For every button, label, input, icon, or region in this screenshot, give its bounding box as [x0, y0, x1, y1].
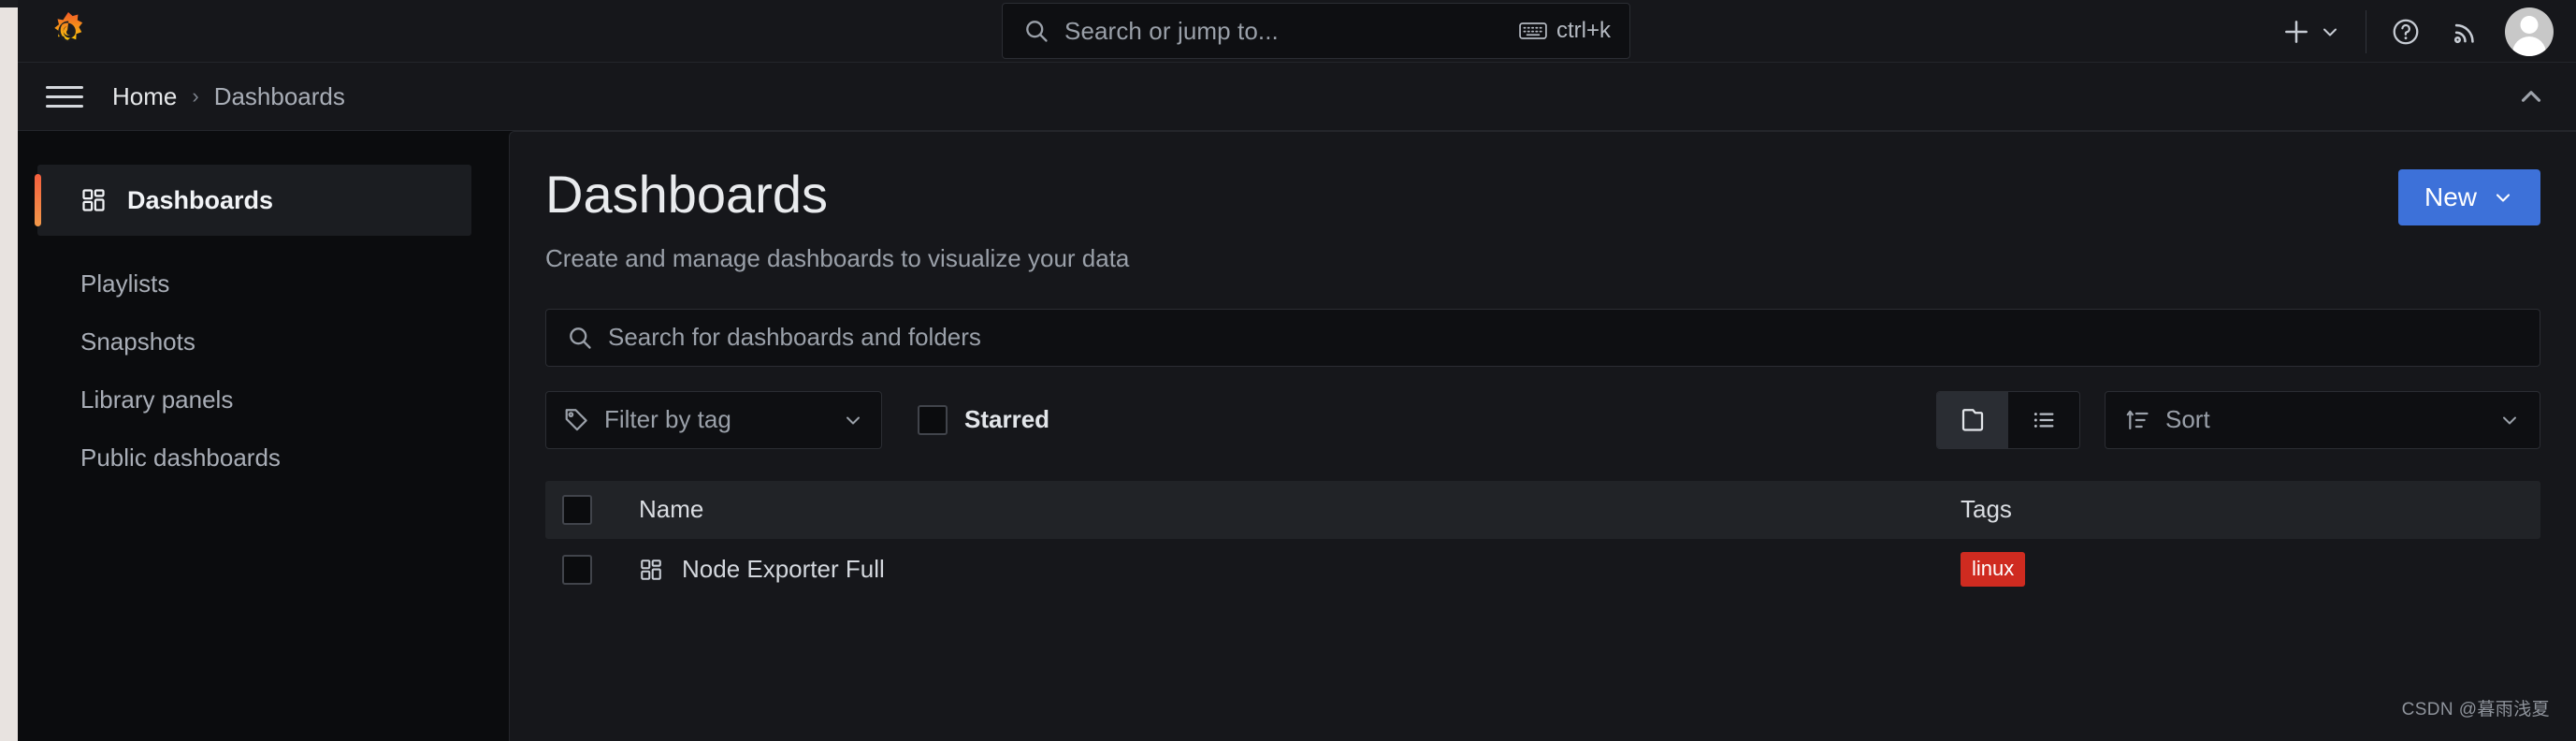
hamburger-menu-icon[interactable]	[43, 75, 86, 118]
filter-toolbar-right: Sort	[1936, 390, 2540, 449]
folder-view-button[interactable]	[1937, 391, 2008, 448]
sidebar-item-library-panels[interactable]: Library panels	[37, 370, 471, 429]
browser-window-edge-top	[0, 0, 18, 7]
sidebar-item-label: Dashboards	[127, 185, 274, 214]
view-mode-toggle	[1936, 390, 2080, 449]
plus-icon	[2281, 17, 2311, 47]
sidebar-item-playlists[interactable]: Playlists	[37, 254, 471, 312]
dashboards-results-table: Name Tags Node Exporter Full linux	[545, 480, 2540, 601]
row-checkbox[interactable]	[562, 554, 592, 585]
list-icon	[2031, 407, 2057, 433]
table-header-row: Name Tags	[545, 480, 2540, 539]
breadcrumb: Home › Dashboards	[112, 82, 345, 111]
sort-select[interactable]: Sort	[2105, 390, 2540, 449]
main-content-panel: Dashboards Create and manage dashboards …	[509, 131, 2576, 741]
help-button[interactable]	[2376, 0, 2436, 63]
select-all-cell	[545, 494, 620, 525]
browser-window-edge	[0, 0, 18, 741]
active-accent-bar	[35, 174, 41, 226]
dashboard-search-placeholder: Search for dashboards and folders	[608, 323, 981, 352]
search-icon	[567, 325, 593, 351]
column-header-tags[interactable]: Tags	[1942, 495, 2540, 524]
global-search-placeholder: Search or jump to...	[1064, 16, 1279, 45]
folder-icon	[1959, 406, 1987, 434]
add-new-button[interactable]	[2266, 0, 2356, 63]
apps-grid-icon	[80, 187, 107, 213]
breadcrumb-item-home[interactable]: Home	[112, 82, 177, 111]
sidebar-subitems: Playlists Snapshots Library panels Publi…	[18, 254, 491, 487]
hamburger-line	[46, 85, 83, 89]
tag-filter-label: Filter by tag	[604, 405, 731, 434]
breadcrumb-bar: Home › Dashboards	[18, 63, 2576, 131]
chevron-down-icon	[2319, 21, 2341, 43]
starred-filter[interactable]: Starred	[918, 404, 1050, 435]
sidebar-navigation: Dashboards Playlists Snapshots Library p…	[18, 131, 491, 741]
hamburger-line	[46, 104, 83, 108]
page-body: Dashboards Playlists Snapshots Library p…	[18, 131, 2576, 741]
top-navigation-bar: Search or jump to... ctrl+k	[18, 0, 2576, 63]
rss-icon	[2451, 17, 2481, 47]
list-view-button[interactable]	[2008, 392, 2079, 448]
row-select-cell	[545, 554, 620, 585]
avatar-head	[2520, 15, 2539, 34]
row-tags-cell: linux	[1942, 552, 2540, 587]
starred-label: Starred	[964, 405, 1050, 434]
new-button[interactable]: New	[2397, 169, 2540, 225]
breadcrumb-separator: ›	[192, 84, 199, 108]
sidebar-item-label: Snapshots	[80, 327, 195, 356]
tag-icon	[563, 407, 589, 433]
page-subtitle: Create and manage dashboards to visualiz…	[545, 243, 1130, 272]
page-header-text: Dashboards Create and manage dashboards …	[545, 166, 1129, 273]
chevron-down-icon	[2498, 409, 2521, 431]
sort-amount-up-icon	[2124, 407, 2150, 433]
page-title: Dashboards	[545, 165, 828, 224]
hamburger-line	[46, 94, 83, 98]
row-name-cell: Node Exporter Full	[620, 555, 1942, 584]
shortcut-label: ctrl+k	[1556, 18, 1611, 43]
sidebar-item-public-dashboards[interactable]: Public dashboards	[37, 429, 471, 487]
help-circle-icon	[2391, 17, 2421, 47]
sort-label: Sort	[2165, 405, 2210, 434]
tag-filter-select[interactable]: Filter by tag	[545, 390, 882, 449]
news-feed-button[interactable]	[2436, 0, 2496, 63]
sidebar-item-snapshots[interactable]: Snapshots	[37, 312, 471, 370]
select-all-checkbox[interactable]	[562, 494, 592, 525]
grafana-dashboards-page: Search or jump to... ctrl+k Home › Dashb…	[0, 0, 2576, 741]
column-header-name[interactable]: Name	[620, 495, 1942, 524]
global-search-shortcut: ctrl+k	[1519, 18, 1611, 44]
page-header: Dashboards Create and manage dashboards …	[545, 166, 2540, 273]
dashboard-link[interactable]: Node Exporter Full	[682, 555, 885, 584]
global-search-box[interactable]: Search or jump to... ctrl+k	[1002, 3, 1630, 59]
table-row[interactable]: Node Exporter Full linux	[545, 539, 2540, 601]
sidebar-item-label: Playlists	[80, 269, 170, 298]
starred-checkbox[interactable]	[918, 404, 948, 435]
search-icon	[1023, 18, 1049, 44]
user-avatar[interactable]	[2505, 7, 2554, 56]
new-button-label: New	[2424, 182, 2477, 211]
grafana-logo-icon[interactable]	[48, 11, 89, 52]
apps-grid-icon	[639, 558, 663, 582]
dashboard-search-input[interactable]: Search for dashboards and folders	[545, 308, 2540, 367]
sidebar-item-label: Public dashboards	[80, 443, 281, 472]
keyboard-icon	[1519, 21, 1547, 41]
chevron-down-icon	[2492, 186, 2514, 209]
chevron-down-icon	[842, 409, 864, 431]
breadcrumb-item-dashboards[interactable]: Dashboards	[214, 82, 345, 111]
watermark: CSDN @暮雨浅夏	[2401, 700, 2550, 719]
chevron-up-icon[interactable]	[2512, 78, 2550, 115]
avatar-body	[2512, 36, 2546, 56]
topnav-actions	[2266, 0, 2557, 63]
sidebar-item-dashboards[interactable]: Dashboards	[35, 165, 471, 236]
filter-toolbar: Filter by tag Starred Sort	[545, 390, 2540, 449]
tag-badge[interactable]: linux	[1961, 552, 2026, 587]
sidebar-item-label: Library panels	[80, 385, 234, 414]
